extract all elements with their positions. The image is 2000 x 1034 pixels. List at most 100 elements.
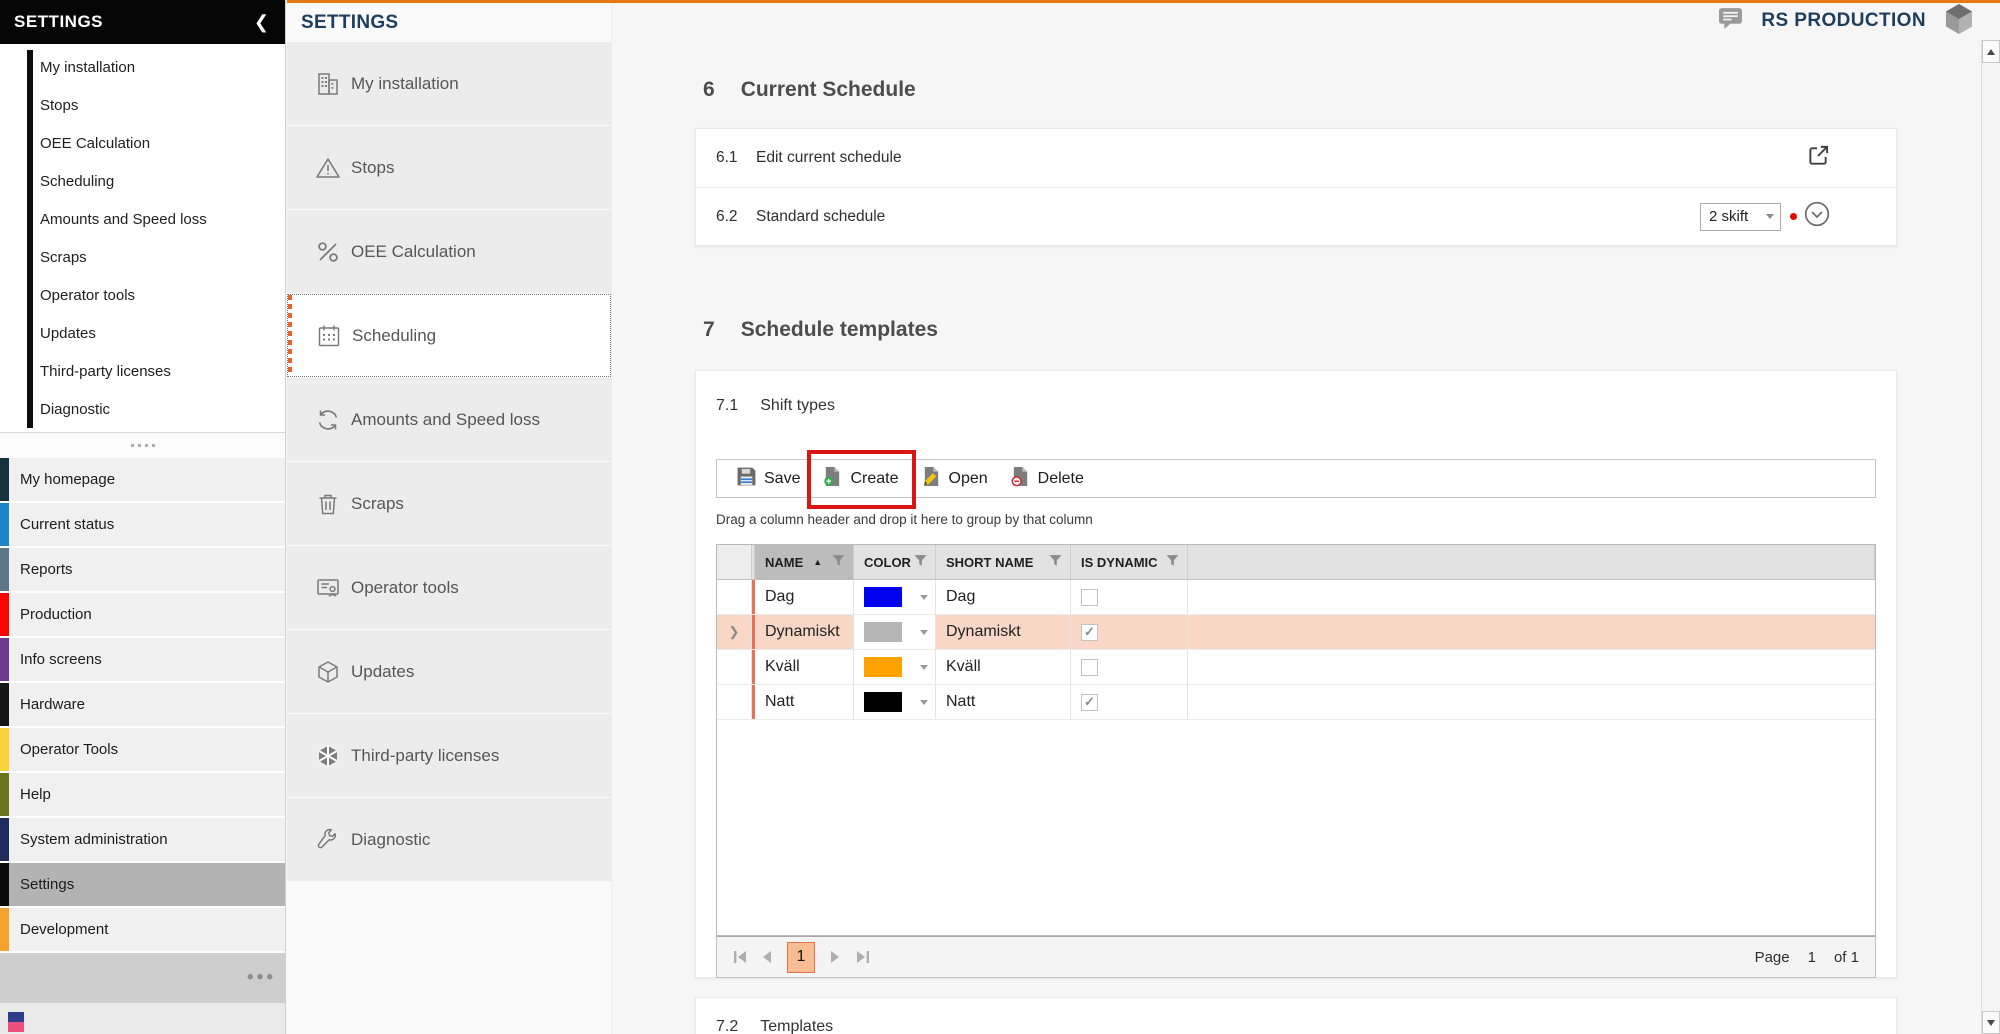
section-heading-current-schedule: 6 Current Schedule xyxy=(703,78,916,102)
standard-schedule-select[interactable]: 2 skift xyxy=(1700,203,1781,231)
settings-item-oee-calculation[interactable]: OEE Calculation xyxy=(287,210,611,293)
is-dynamic-checkbox[interactable]: ✓ xyxy=(1081,624,1098,641)
delete-button[interactable]: Delete xyxy=(999,460,1095,497)
section-heading-schedule-templates: 7 Schedule templates xyxy=(703,318,938,342)
submenu-item-my-installation[interactable]: My installation xyxy=(40,49,285,87)
settings-item-stops[interactable]: Stops xyxy=(287,126,611,209)
settings-item-amounts-speed-loss[interactable]: Amounts and Speed loss xyxy=(287,378,611,461)
subsection-shift-types: 7.1 Shift types xyxy=(716,397,835,415)
pager-prev-icon[interactable] xyxy=(753,944,779,970)
scroll-up-icon[interactable] xyxy=(1982,40,2000,63)
settings-item-my-installation[interactable]: My installation xyxy=(287,42,611,125)
submenu-item-scheduling[interactable]: Scheduling xyxy=(40,163,285,201)
settings-item-scraps[interactable]: Scraps xyxy=(287,462,611,545)
row-expand-icon[interactable]: ❯ xyxy=(729,624,740,640)
pager-current-page[interactable]: 1 xyxy=(787,942,815,973)
package-box-icon xyxy=(313,659,343,685)
color-dropdown-cell[interactable] xyxy=(854,685,936,719)
column-header-is-dynamic[interactable]: IS DYNAMIC xyxy=(1071,545,1188,580)
name-cell[interactable]: Dag xyxy=(755,580,854,614)
settings-item-third-party-licenses[interactable]: Third-party licenses xyxy=(287,714,611,797)
nav-color-stripe xyxy=(0,503,9,546)
color-swatch xyxy=(864,622,902,642)
nav-item-info-screens[interactable]: Info screens xyxy=(0,638,285,681)
filter-icon[interactable] xyxy=(914,554,927,570)
row-expander-cell[interactable] xyxy=(717,650,752,684)
name-cell[interactable]: Natt xyxy=(755,685,854,719)
column-header-name[interactable]: NAME ▲ xyxy=(755,545,854,580)
is-dynamic-checkbox[interactable] xyxy=(1081,589,1098,606)
grid-header-row: NAME ▲ COLOR SHORT NAME IS DYNAMIC xyxy=(717,545,1875,580)
short-name-cell[interactable]: Dynamiskt xyxy=(936,615,1071,649)
row-label: Edit current schedule xyxy=(756,149,902,167)
short-name-cell[interactable]: Kväll xyxy=(936,650,1071,684)
nav-item-my-homepage[interactable]: My homepage xyxy=(0,458,285,501)
vertical-scrollbar[interactable] xyxy=(1981,40,2000,1034)
grid-row-natt[interactable]: Natt Natt ✓ xyxy=(717,685,1875,720)
settings-item-scheduling[interactable]: Scheduling xyxy=(287,294,611,377)
submenu-item-stops[interactable]: Stops xyxy=(40,87,285,125)
is-dynamic-checkbox[interactable]: ✓ xyxy=(1081,694,1098,711)
open-button[interactable]: Open xyxy=(910,460,999,497)
pager-next-icon[interactable] xyxy=(823,944,849,970)
app-window: SETTINGS ❮ My installation Stops OEE Cal… xyxy=(0,0,2000,1034)
settings-panel-title: SETTINGS xyxy=(287,0,611,42)
nav-item-settings[interactable]: Settings xyxy=(0,863,285,906)
submenu-item-diagnostic[interactable]: Diagnostic xyxy=(40,391,285,429)
nav-item-system-administration[interactable]: System administration xyxy=(0,818,285,861)
open-external-icon[interactable] xyxy=(1807,144,1830,172)
selected-item-accent xyxy=(288,295,292,376)
nav-item-production[interactable]: Production xyxy=(0,593,285,636)
grid-row-dag[interactable]: Dag Dag xyxy=(717,580,1875,615)
color-dropdown-cell[interactable] xyxy=(854,650,936,684)
row-expander-cell[interactable]: ❯ xyxy=(717,615,752,649)
name-cell[interactable]: Dynamiskt xyxy=(755,615,854,649)
submenu-item-updates[interactable]: Updates xyxy=(40,315,285,353)
submenu-item-third-party-licenses[interactable]: Third-party licenses xyxy=(40,353,285,391)
scroll-down-icon[interactable] xyxy=(1982,1011,2000,1034)
sidebar-header: SETTINGS ❮ xyxy=(0,0,285,44)
more-options-ellipsis[interactable]: ••• xyxy=(247,967,276,989)
short-name-cell[interactable]: Natt xyxy=(936,685,1071,719)
grid-row-kvall[interactable]: Kväll Kväll xyxy=(717,650,1875,685)
row-expander-cell[interactable] xyxy=(717,580,752,614)
nav-item-operator-tools[interactable]: Operator Tools xyxy=(0,728,285,771)
color-dropdown-cell[interactable] xyxy=(854,580,936,614)
row-number: 6.1 xyxy=(696,149,756,167)
filter-icon[interactable] xyxy=(1049,554,1062,570)
settings-item-diagnostic[interactable]: Diagnostic xyxy=(287,798,611,881)
filter-icon[interactable] xyxy=(832,554,845,570)
grid-pager: 1 Page 1 of 1 xyxy=(716,936,1876,978)
expand-row-icon[interactable] xyxy=(1804,201,1830,232)
nav-item-hardware[interactable]: Hardware xyxy=(0,683,285,726)
wrench-icon xyxy=(313,827,343,853)
collapse-sidebar-icon[interactable]: ❮ xyxy=(254,13,269,31)
is-dynamic-checkbox[interactable] xyxy=(1081,659,1098,676)
column-header-short-name[interactable]: SHORT NAME xyxy=(936,545,1071,580)
submenu-item-scraps[interactable]: Scraps xyxy=(40,239,285,277)
nav-item-reports[interactable]: Reports xyxy=(0,548,285,591)
short-name-cell[interactable]: Dag xyxy=(936,580,1071,614)
nav-item-current-status[interactable]: Current status xyxy=(0,503,285,546)
filter-icon[interactable] xyxy=(1166,554,1179,570)
create-button[interactable]: Create xyxy=(811,460,909,497)
settings-item-operator-tools[interactable]: Operator tools xyxy=(287,546,611,629)
column-header-color[interactable]: COLOR xyxy=(854,545,936,580)
grid-row-dynamiskt[interactable]: ❯ Dynamiskt Dynamiskt ✓ xyxy=(717,615,1875,650)
pager-first-icon[interactable] xyxy=(727,944,753,970)
submenu-item-amounts-speed-loss[interactable]: Amounts and Speed loss xyxy=(40,201,285,239)
row-expander-cell[interactable] xyxy=(717,685,752,719)
sidebar-resize-handle[interactable] xyxy=(0,433,285,458)
chat-icon[interactable] xyxy=(1718,6,1743,36)
color-dropdown-cell[interactable] xyxy=(854,615,936,649)
pager-last-icon[interactable] xyxy=(849,944,875,970)
language-flag-icon[interactable] xyxy=(8,1012,24,1032)
name-cell[interactable]: Kväll xyxy=(755,650,854,684)
nav-color-stripe xyxy=(0,683,9,726)
nav-item-help[interactable]: Help xyxy=(0,773,285,816)
settings-item-updates[interactable]: Updates xyxy=(287,630,611,713)
save-button[interactable]: Save xyxy=(725,460,811,497)
submenu-item-oee-calculation[interactable]: OEE Calculation xyxy=(40,125,285,163)
submenu-item-operator-tools[interactable]: Operator tools xyxy=(40,277,285,315)
nav-item-development[interactable]: Development xyxy=(0,908,285,951)
